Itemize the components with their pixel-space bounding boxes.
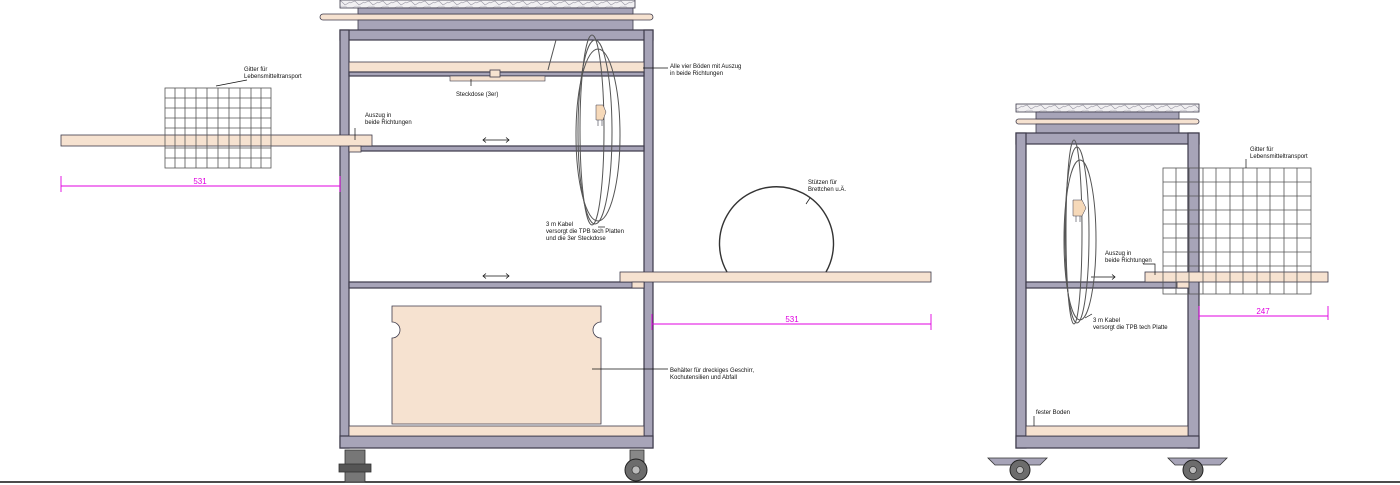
furniture-drawing: Gitter für Lebensmitteltransport Steckdo… xyxy=(0,0,1400,483)
label-cable-right-2: versorgt die TPB tech Platte xyxy=(1093,325,1168,331)
top-bracket xyxy=(357,7,634,15)
double-arrow-icon xyxy=(482,273,510,279)
board-support-ring xyxy=(718,186,835,273)
label-supports-1: Stützen für xyxy=(808,180,837,186)
label-pullout-left-2: beide Richtungen xyxy=(365,120,412,126)
frame-left-post xyxy=(339,29,350,449)
label-container-2: Kochutensilien und Abfall xyxy=(670,375,737,381)
double-arrow-icon xyxy=(482,137,510,143)
dimension-left: 531 xyxy=(193,177,207,186)
outlet-plug xyxy=(489,69,501,78)
front-view-cart xyxy=(60,0,932,483)
dish-container xyxy=(391,305,602,425)
label-pullout-right-1: Auszug in xyxy=(1105,251,1131,257)
label-container-1: Behälter für dreckiges Geschirr, xyxy=(670,368,754,374)
frame-right-post xyxy=(643,29,654,449)
frame-bottom-rail xyxy=(339,435,654,449)
side-frame-right-post xyxy=(1187,132,1200,449)
pulled-out-board-right xyxy=(619,271,932,283)
pulled-out-board-left xyxy=(60,134,373,147)
label-grid-left-2: Lebensmitteltransport xyxy=(244,74,302,80)
label-all-shelves-2: in beide Richtungen xyxy=(670,71,723,77)
shelf-4 xyxy=(348,425,645,437)
marble-top-plate xyxy=(339,0,636,9)
side-view-cart xyxy=(987,103,1329,481)
dimension-side: 247 xyxy=(1256,307,1270,316)
shelf-2 xyxy=(348,145,645,152)
side-frame-left-post xyxy=(1015,132,1027,449)
cable-coil-side xyxy=(1063,139,1097,325)
caster-wheel-right xyxy=(624,449,648,482)
frame-top-rail xyxy=(339,29,654,41)
side-shelf-mid xyxy=(1025,281,1189,289)
pullout-runner-left xyxy=(348,145,362,153)
side-frame-bottom-rail xyxy=(1015,435,1200,449)
label-supports-2: Brettchen u.Ä. xyxy=(808,186,846,193)
top-frame-block-side xyxy=(1035,123,1180,134)
label-grid-right-1: Gitter für xyxy=(1250,147,1273,153)
top-bracket-side xyxy=(1035,111,1180,120)
caster-wheel-left xyxy=(338,449,372,483)
top-board-side xyxy=(1015,118,1200,125)
label-grid-right-2: Lebensmitteltransport xyxy=(1250,154,1308,160)
label-grid-left-1: Gitter für xyxy=(244,67,267,73)
side-fixed-floor xyxy=(1025,425,1189,437)
label-cable-right-1: 3 m Kabel xyxy=(1093,318,1120,324)
label-cable-left-3: und die 3er Steckdose xyxy=(546,236,606,242)
plug-icon xyxy=(1072,199,1087,217)
label-pullout-left-1: Auszug in xyxy=(365,113,391,119)
label-fixed-floor: fester Boden xyxy=(1036,410,1070,416)
label-all-shelves-1: Alle vier Böden mit Auszug xyxy=(670,64,741,70)
plug-icon xyxy=(595,104,607,121)
dimension-right: 531 xyxy=(785,315,799,324)
side-pulled-out-board xyxy=(1144,271,1329,283)
top-board xyxy=(319,13,654,21)
label-cable-left-1: 3 m Kabel xyxy=(546,222,573,228)
food-transport-grid-left xyxy=(164,87,272,169)
label-outlet: Steckdose (3er) xyxy=(456,92,498,98)
label-pullout-right-2: beide Richtungen xyxy=(1105,258,1152,264)
marble-top-plate-side xyxy=(1015,103,1200,113)
side-frame-top-rail xyxy=(1015,132,1200,145)
caster-wheel-side-left xyxy=(987,457,1048,481)
top-frame-block xyxy=(357,19,634,31)
label-cable-left-2: versorgt die TPB tech Platten xyxy=(546,229,624,235)
shelf-3 xyxy=(348,281,645,289)
pullout-runner-right xyxy=(631,281,645,289)
side-pullout-runner xyxy=(1176,281,1190,289)
caster-wheel-side-right xyxy=(1167,457,1228,481)
